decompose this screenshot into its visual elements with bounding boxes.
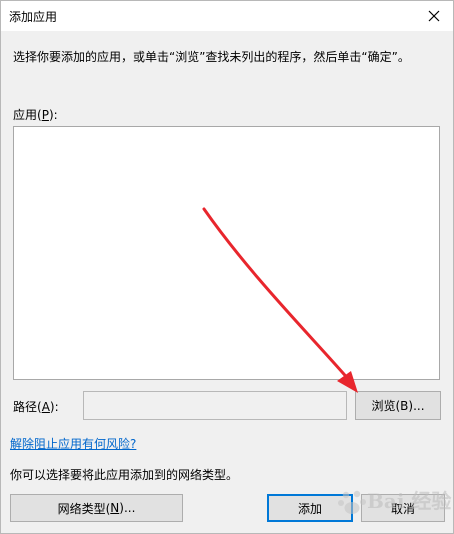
network-type-note: 你可以选择要将此应用添加到的网络类型。 xyxy=(10,468,239,482)
add-button[interactable]: 添加 xyxy=(267,494,353,522)
instruction-text: 选择你要添加的应用，或单击“浏览”查找未列出的程序，然后单击“确定”。 xyxy=(13,50,410,64)
cancel-button[interactable]: 取消 xyxy=(361,494,445,522)
close-button[interactable] xyxy=(415,1,453,31)
app-list-box[interactable] xyxy=(13,126,440,380)
path-input[interactable] xyxy=(83,391,347,420)
app-list-label: 应用(P): xyxy=(13,108,58,122)
browse-button[interactable]: 浏览(B)... xyxy=(355,391,441,420)
window-title: 添加应用 xyxy=(9,10,58,24)
add-app-dialog: 添加应用 选择你要添加的应用，或单击“浏览”查找未列出的程序，然后单击“确定”。… xyxy=(0,0,454,534)
close-icon xyxy=(428,10,440,22)
network-type-button[interactable]: 网络类型(N)... xyxy=(10,494,183,522)
path-label: 路径(A): xyxy=(13,400,59,414)
title-bar: 添加应用 xyxy=(1,1,453,31)
risk-info-link[interactable]: 解除阻止应用有何风险? xyxy=(10,435,136,452)
